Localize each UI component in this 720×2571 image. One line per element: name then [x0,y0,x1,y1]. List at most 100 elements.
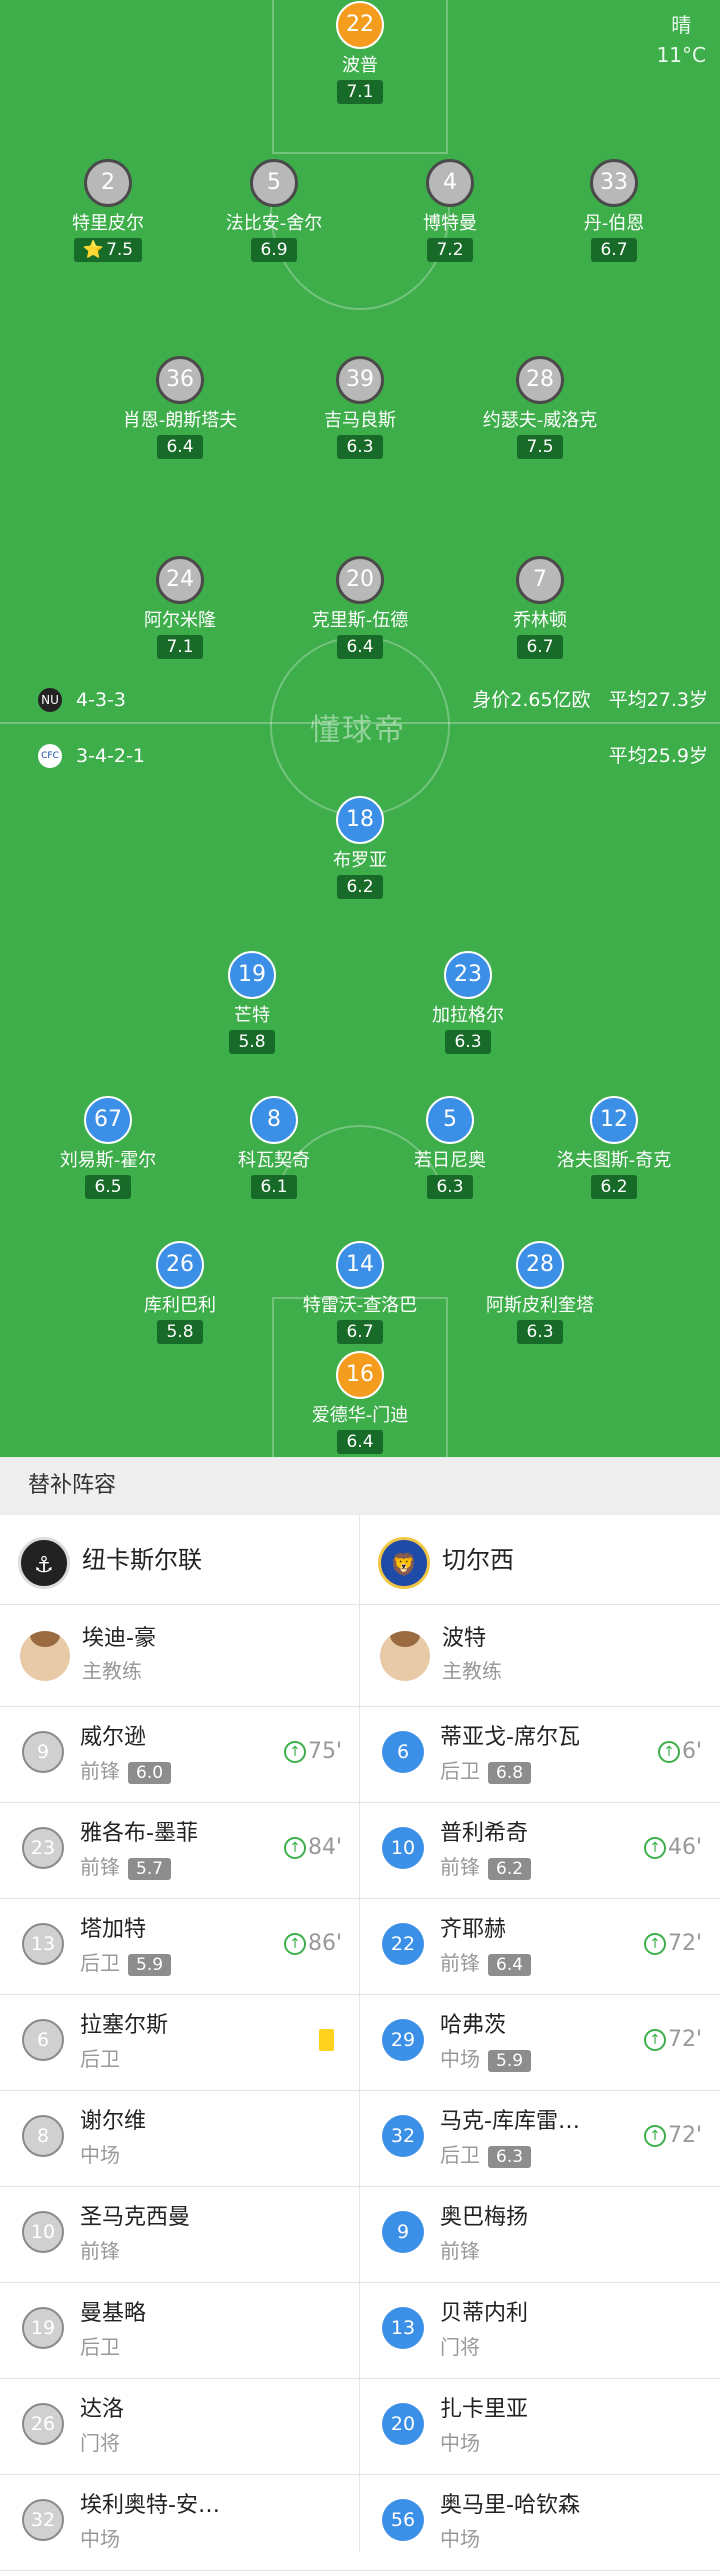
substitute-position-label: 前锋 [80,1759,120,1783]
away-substitute[interactable]: 32 马克-库库雷… 后卫 6.3 ↑ 72' [360,2091,720,2187]
player-number-badge: 5 [426,1096,474,1144]
sub-in-arrow-icon: ↑ [643,2125,666,2147]
player-name: 乔林顿 [513,610,567,631]
player-rating: 6.2 [591,1175,637,1199]
away-substitute[interactable]: 13 贝蒂内利 门将 [360,2283,720,2379]
substitute-position: 中场 [440,2525,480,2553]
player-rating: 6.3 [337,435,383,459]
substitute-rating: 5.9 [488,2050,532,2072]
lineup-pitch: 懂球帝 晴 11°C NU 4-3-3 身价2.65亿欧 平均27.3岁 CFC… [0,0,720,1457]
home-substitute[interactable]: 6 拉塞尔斯 后卫 [0,1995,360,2091]
substitute-position: 前锋 6.0 [80,1757,172,1785]
sub-in-minute: 6' [681,1739,702,1764]
substitute-position: 门将 [80,2429,120,2457]
substitute-name: 曼基略 [80,2301,147,2326]
home-player[interactable]: 33 丹-伯恩 6.7 [514,159,714,262]
home-player[interactable]: 39 吉马良斯 6.3 [260,356,460,459]
away-player[interactable]: 28 阿斯皮利奎塔 6.3 [440,1241,640,1344]
player-number-badge: 8 [250,1096,298,1144]
home-team-name: 纽卡斯尔联 [82,1546,202,1574]
sub-in-arrow-icon: ↑ [643,1933,666,1955]
home-player[interactable]: 28 约瑟夫-威洛克 7.5 [440,356,640,459]
substitute-name: 蒂亚戈-席尔瓦 [440,1725,580,1750]
player-name: 加拉格尔 [432,1005,504,1026]
home-substitute[interactable]: 19 曼基略 后卫 [0,2283,360,2379]
player-name: 吉马良斯 [324,410,396,431]
player-rating-value: 6.2 [600,1177,628,1197]
sub-in-arrow-icon: ↑ [283,1741,306,1763]
away-substitute[interactable]: 9 奥巴梅扬 前锋 [360,2187,720,2283]
away-player[interactable]: 16 爱德华-门迪 6.4 [260,1351,460,1454]
substitute-rating: 5.7 [128,1858,172,1880]
home-player[interactable]: 20 克里斯-伍德 6.4 [260,556,460,659]
player-number-badge: 28 [516,1241,564,1289]
substitute-number: 10 [382,1827,424,1869]
substitute-position: 后卫 5.9 [80,1949,172,1977]
substitute-name: 贝蒂内利 [440,2301,529,2326]
home-coach-role: 主教练 [82,1659,142,1683]
player-rating-value: 6.3 [436,1177,464,1197]
home-player[interactable]: 36 肖恩-朗斯塔夫 6.4 [80,356,280,459]
away-substitute[interactable]: 20 扎卡里亚 中场 [360,2379,720,2475]
player-name: 法比安-舍尔 [225,213,323,234]
substitute-position-label: 中场 [440,2047,480,2071]
away-substitute[interactable]: 6 蒂亚戈-席尔瓦 后卫 6.8 ↑ 6' [360,1707,720,1803]
player-name: 库利巴利 [144,1295,216,1316]
away-player[interactable]: 12 洛夫图斯-奇克 6.2 [514,1096,714,1199]
home-substitute[interactable]: 10 圣马克西曼 前锋 [0,2187,360,2283]
coaches-row: 埃迪-豪 主教练 波特 主教练 [0,1605,720,1707]
home-substitute[interactable]: 26 达洛 门将 [0,2379,360,2475]
home-substitute[interactable]: 13 塔加特 后卫 5.9 ↑ 86' [0,1899,360,1995]
away-substitute[interactable]: 10 普利希奇 前锋 6.2 ↑ 46' [360,1803,720,1899]
home-average-age: 平均27.3岁 [608,689,708,711]
home-coach-avatar [20,1631,70,1681]
away-substitute[interactable]: 22 齐耶赫 前锋 6.4 ↑ 72' [360,1899,720,1995]
home-player[interactable]: 5 法比安-舍尔 6.9 [174,159,374,262]
home-player[interactable]: 24 阿尔米隆 7.1 [80,556,280,659]
substitute-number: 26 [22,2403,64,2445]
player-rating: 6.3 [517,1320,563,1344]
player-rating: 6.7 [337,1320,383,1344]
away-player[interactable]: 18 布罗亚 6.2 [260,796,460,899]
home-formation-row: NU 4-3-3 身价2.65亿欧 平均27.3岁 [38,685,708,715]
substitute-number: 32 [22,2499,64,2541]
home-substitute[interactable]: 23 雅各布-墨菲 前锋 5.7 ↑ 84' [0,1803,360,1899]
player-rating-value: 6.5 [94,1177,122,1197]
away-player[interactable]: 8 科瓦契奇 6.1 [174,1096,374,1199]
chelsea-crest-icon: 🦁 [378,1537,430,1589]
sub-in-time: ↑ 75' [283,1739,342,1765]
away-substitute[interactable]: 29 哈弗茨 中场 5.9 ↑ 72' [360,1995,720,2091]
substitute-position: 中场 5.9 [440,2045,532,2073]
player-rating: 6.4 [337,635,383,659]
player-rating: 5.8 [229,1030,275,1054]
player-rating-value: 7.2 [436,240,464,260]
substitute-row: 23 雅各布-墨菲 前锋 5.7 ↑ 84' 10 普利希奇 前锋 6.2 ↑ 46' [0,1803,720,1899]
home-squad-stats: 身价2.65亿欧 平均27.3岁 [472,685,708,715]
player-number-badge: 67 [84,1096,132,1144]
substitute-row: 8 谢尔维 中场 32 马克-库库雷… 后卫 6.3 ↑ 72' [0,2091,720,2187]
player-number-badge: 24 [156,556,204,604]
substitute-position: 前锋 [80,2237,120,2265]
player-name: 芒特 [234,1005,270,1026]
weather-info: 晴 11°C [657,10,706,70]
away-player[interactable]: 23 加拉格尔 6.3 [368,951,568,1054]
sub-in-arrow-icon: ↑ [643,1837,666,1859]
substitute-rating: 6.0 [128,1762,172,1784]
substitute-name: 马克-库库雷… [440,2109,580,2134]
sub-in-time: ↑ 72' [643,1931,702,1957]
away-substitute[interactable]: 56 奥马里-哈钦森 中场 [360,2475,720,2571]
substitute-number: 6 [22,2019,64,2061]
away-player[interactable]: 26 库利巴利 5.8 [80,1241,280,1344]
home-substitute[interactable]: 32 埃利奥特-安… 中场 [0,2475,360,2571]
away-player[interactable]: 19 芒特 5.8 [152,951,352,1054]
substitute-number: 20 [382,2403,424,2445]
player-rating: 6.9 [251,238,297,262]
substitute-position-label: 后卫 [80,2047,120,2071]
sub-in-time: ↑ 84' [283,1835,342,1861]
home-substitute[interactable]: 9 威尔逊 前锋 6.0 ↑ 75' [0,1707,360,1803]
player-number-badge: 36 [156,356,204,404]
home-player[interactable]: 22 波普 7.1 [260,1,460,104]
home-substitute[interactable]: 8 谢尔维 中场 [0,2091,360,2187]
away-player[interactable]: 14 特雷沃-查洛巴 6.7 [260,1241,460,1344]
home-player[interactable]: 7 乔林顿 6.7 [440,556,640,659]
